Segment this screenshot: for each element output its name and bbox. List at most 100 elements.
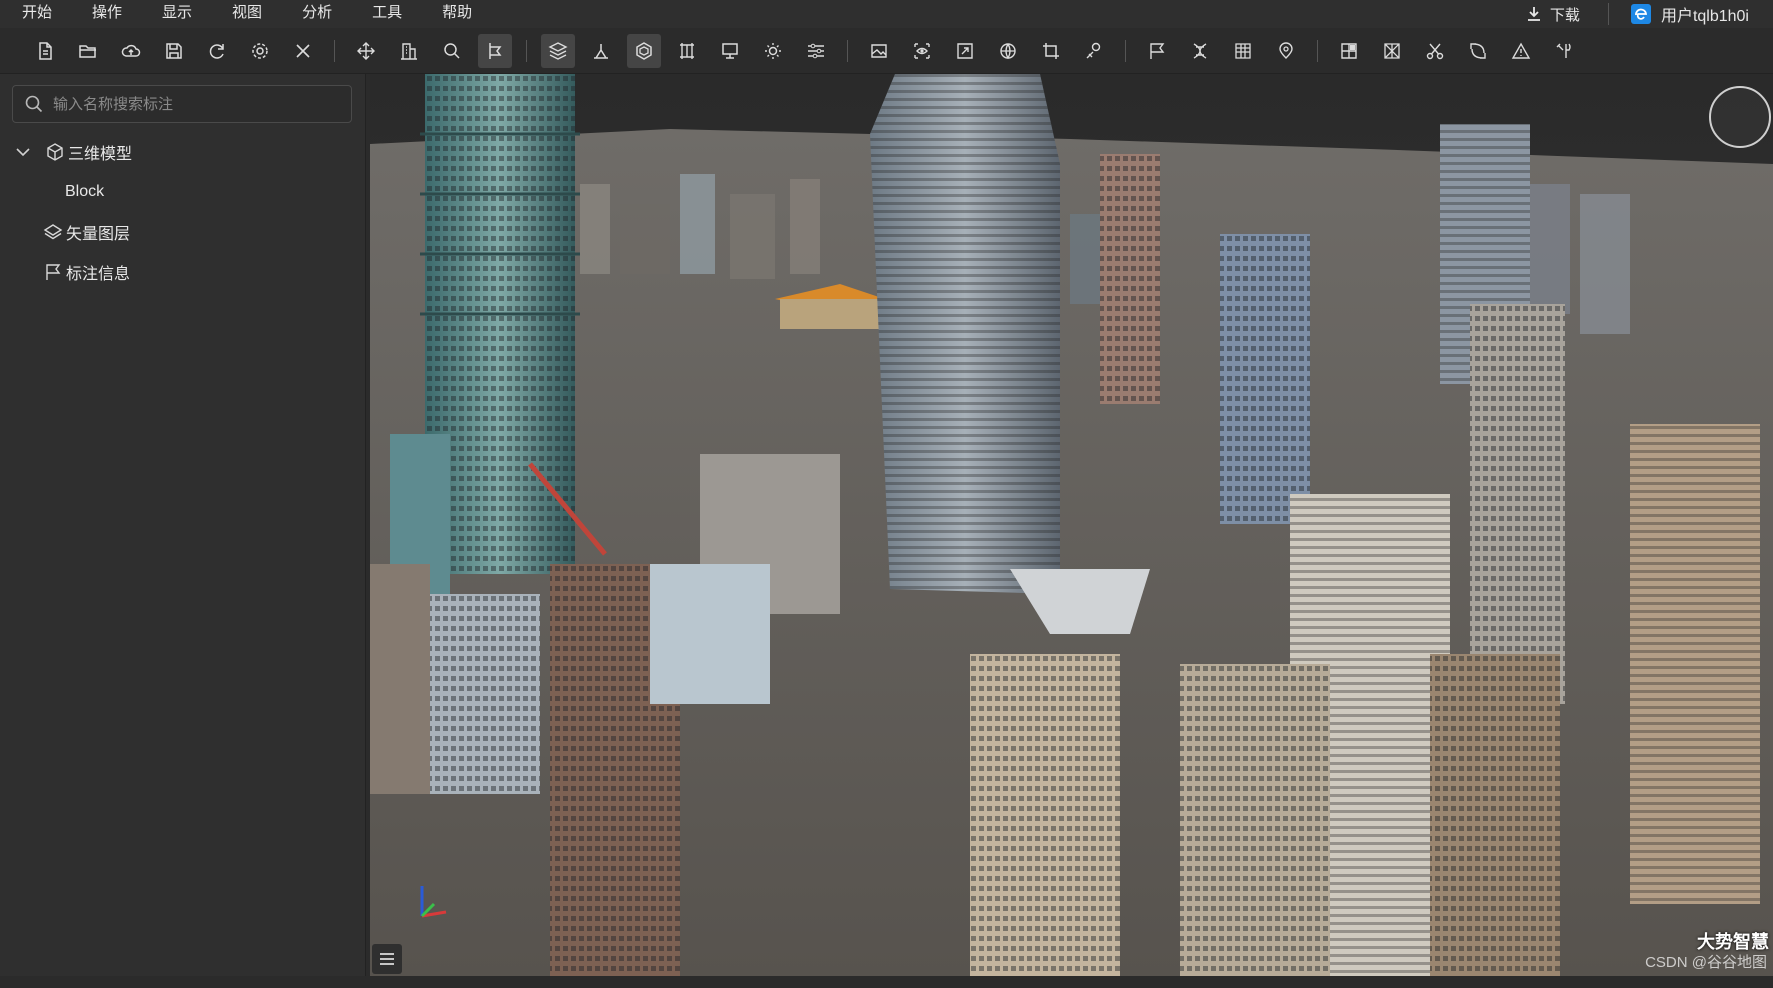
monitor-icon — [722, 42, 738, 59]
city-scene — [370, 74, 1773, 976]
search-input[interactable] — [53, 95, 343, 113]
new-file-icon — [39, 41, 52, 60]
search-box — [12, 85, 352, 123]
tree-item-annotations[interactable]: 标注信息 — [0, 252, 366, 292]
watermark: CSDN @谷谷地图 — [1645, 954, 1767, 971]
sliders-button[interactable] — [799, 34, 833, 68]
sun-button[interactable] — [756, 34, 790, 68]
browser-logo-icon — [1630, 4, 1651, 24]
toolbar-divider — [526, 39, 527, 62]
tag-icon — [1086, 42, 1101, 58]
refresh-icon — [209, 43, 224, 59]
open-folder-button[interactable] — [71, 34, 105, 68]
compass-needle-icon — [1730, 107, 1750, 127]
view-eye-button[interactable] — [905, 34, 939, 68]
model-hex-button[interactable] — [627, 33, 661, 68]
tree-item-vector-layer[interactable]: 矢量图层 — [0, 212, 366, 252]
table-button[interactable] — [1226, 34, 1260, 68]
refresh-button[interactable] — [200, 34, 234, 68]
pan-move-icon — [357, 41, 375, 60]
transform-button[interactable] — [1461, 34, 1495, 68]
search-icon — [25, 95, 43, 113]
save-button[interactable] — [157, 34, 191, 68]
tools-button[interactable] — [1547, 34, 1581, 68]
terrain-button[interactable] — [584, 34, 618, 68]
layers-stack-button[interactable] — [541, 33, 575, 68]
pan-move-button[interactable] — [349, 34, 383, 68]
menu-display[interactable]: 显示 — [142, 0, 212, 28]
image-button[interactable] — [862, 34, 896, 68]
layer-toggle-button[interactable] — [372, 944, 402, 974]
user-account[interactable]: 用户tqlb1h0i — [1630, 2, 1773, 26]
download-label: 下载 — [1549, 6, 1580, 24]
cube-icon — [44, 141, 66, 163]
tree-item-block[interactable]: Block — [0, 172, 366, 212]
grid-frame-button[interactable] — [670, 34, 704, 68]
compass-widget[interactable] — [1709, 86, 1771, 148]
sun-icon — [765, 42, 781, 59]
warning-triangle-icon — [1511, 42, 1531, 59]
layers-icon — [42, 221, 64, 243]
measure-icon — [489, 42, 502, 59]
open-folder-icon — [79, 44, 96, 58]
location-pin-icon — [1279, 41, 1293, 59]
location-pin-button[interactable] — [1269, 34, 1303, 68]
layer-panel: 三维模型 Block 矢量图层 标注信息 — [0, 74, 366, 976]
tree-item-label: 矢量图层 — [66, 226, 131, 243]
grid-frame-icon — [680, 42, 694, 59]
monitor-button[interactable] — [713, 34, 747, 68]
status-bar — [0, 976, 1773, 988]
table-icon — [1235, 42, 1251, 59]
globe-icon — [1000, 42, 1016, 59]
menu-tools[interactable]: 工具 — [352, 0, 422, 28]
dna-icon — [1193, 42, 1207, 59]
new-file-button[interactable] — [28, 34, 62, 68]
warning-triangle-button[interactable] — [1504, 34, 1538, 68]
dna-button[interactable] — [1183, 34, 1217, 68]
chevron-down-icon[interactable] — [16, 147, 36, 157]
layers-stack-icon — [548, 41, 568, 60]
crop-button[interactable] — [1034, 34, 1068, 68]
download-button[interactable]: 下载 — [1526, 0, 1608, 28]
scissors-button[interactable] — [1418, 34, 1452, 68]
globe-button[interactable] — [991, 34, 1025, 68]
tree-item-3d-models[interactable]: 三维模型 — [0, 132, 366, 172]
menu-bar: 开始 操作 显示 视图 分析 工具 帮助 下载 用户tqlb1h0i — [0, 0, 1773, 28]
view-eye-icon — [914, 42, 930, 59]
menu-help[interactable]: 帮助 — [422, 0, 492, 28]
building-button[interactable] — [392, 34, 426, 68]
transform-icon — [1470, 42, 1486, 59]
menu-view[interactable]: 视图 — [212, 0, 282, 28]
menu-start[interactable]: 开始 — [0, 0, 72, 28]
xyz-axes-icon — [420, 886, 447, 918]
flag-icon — [1150, 42, 1165, 59]
measure-button[interactable] — [478, 33, 512, 68]
zoom-search-button[interactable] — [435, 34, 469, 68]
model-hex-icon — [636, 41, 652, 60]
toolbar-divider — [1125, 39, 1126, 62]
clip-box-icon — [1384, 42, 1400, 59]
menu-operate[interactable]: 操作 — [72, 0, 142, 28]
cloud-upload-button[interactable] — [114, 34, 148, 68]
grid-select-button[interactable] — [1332, 34, 1366, 68]
settings-gear-button[interactable] — [243, 34, 277, 68]
clip-box-button[interactable] — [1375, 34, 1409, 68]
flag-icon — [42, 261, 64, 283]
image-icon — [871, 43, 887, 58]
3d-viewport[interactable]: 大势智慧 CSDN @谷谷地图 — [370, 74, 1773, 976]
download-icon — [1527, 7, 1540, 21]
menu-analysis[interactable]: 分析 — [282, 0, 352, 28]
flag-button[interactable] — [1140, 34, 1174, 68]
tools-icon — [1556, 43, 1571, 58]
tag-button[interactable] — [1077, 34, 1111, 68]
cloud-upload-icon — [121, 44, 141, 57]
close-button[interactable] — [286, 34, 320, 68]
tree-item-label: Block — [65, 183, 105, 200]
scissors-icon — [1426, 43, 1444, 59]
menubar-right: 下载 用户tqlb1h0i — [1526, 0, 1773, 28]
tree-item-label: 三维模型 — [68, 146, 133, 163]
sliders-icon — [808, 43, 824, 58]
fullscreen-button[interactable] — [948, 34, 982, 68]
building-icon — [401, 42, 417, 60]
toolbar — [0, 28, 1773, 74]
